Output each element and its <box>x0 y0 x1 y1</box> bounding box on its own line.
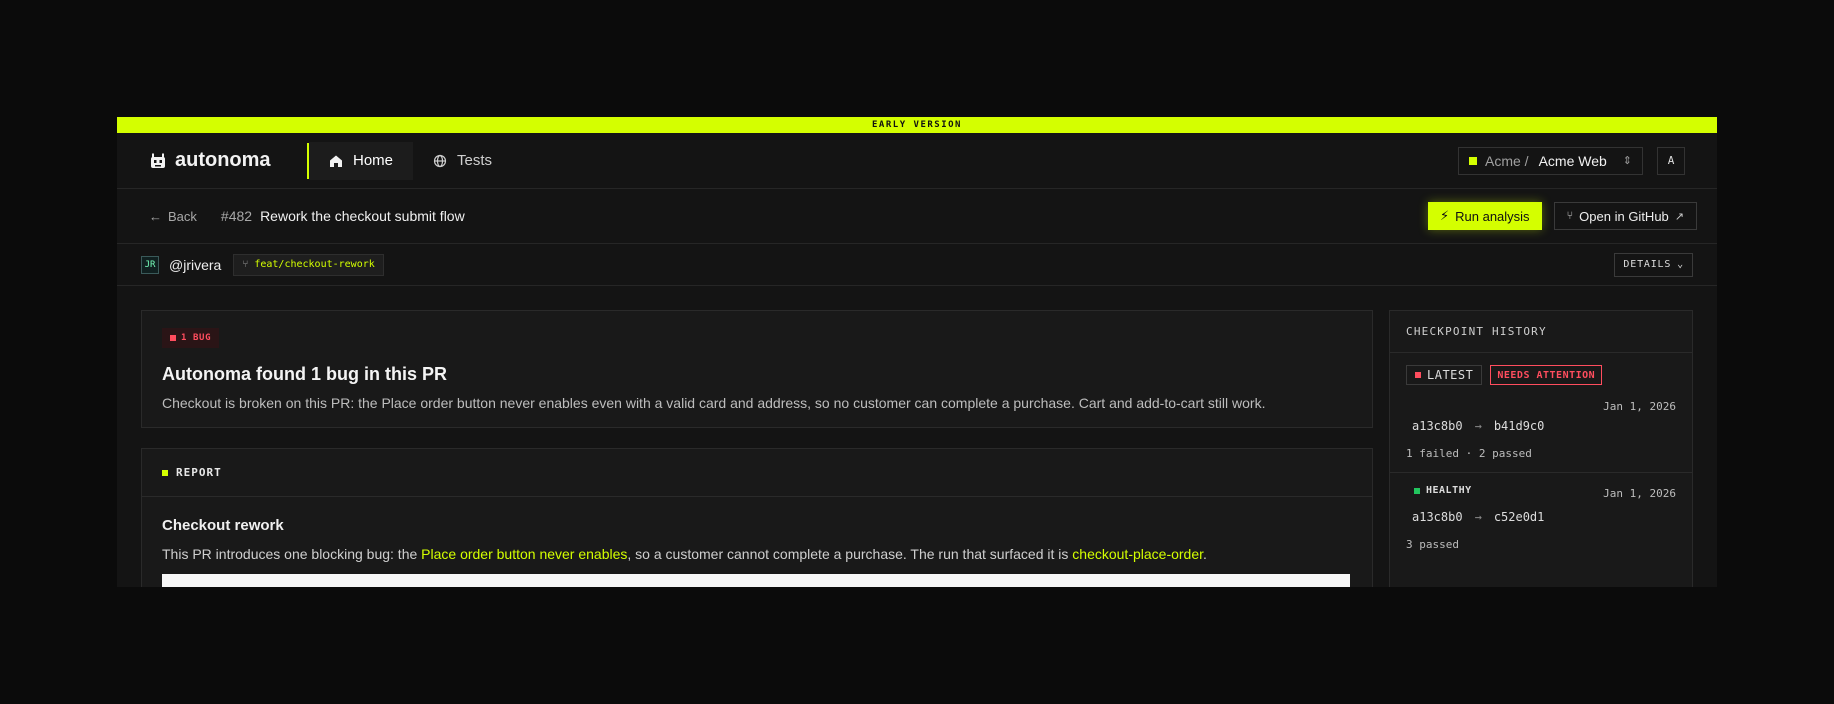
lightning-icon: ⚡ <box>1439 208 1450 223</box>
open-github-button[interactable]: ⑂ Open in GitHub ↗ <box>1553 202 1697 230</box>
run-analysis-label: Run analysis <box>1455 208 1530 224</box>
summary-text: Checkout is broken on this PR: the Place… <box>162 395 1266 411</box>
details-button[interactable]: DETAILS ⌄ <box>1614 252 1693 277</box>
bug-indicator-icon <box>170 335 176 341</box>
brand-logo[interactable]: autonoma <box>149 149 299 172</box>
external-link-icon: ↗ <box>1674 210 1684 223</box>
latest-tag-label: LATEST <box>1427 368 1474 382</box>
details-label: DETAILS <box>1623 259 1672 270</box>
pr-header-bar: ← Back #482 Rework the checkout submit f… <box>117 189 1717 244</box>
org-prefix: Acme / <box>1484 152 1529 169</box>
report-title: Checkout rework <box>162 517 284 534</box>
author-username[interactable]: @jrivera <box>169 257 221 273</box>
checkpoint-history-header: CHECKPOINT HISTORY <box>1390 311 1692 353</box>
healthy-tag-label: HEALTHY <box>1426 485 1472 496</box>
open-github-label: Open in GitHub <box>1579 208 1669 224</box>
checkpoint-healthy[interactable]: HEALTHY Jan 1, 2026 a13c8b0 → c52e0d1 3 … <box>1390 473 1692 573</box>
pull-request-icon: ⑂ <box>1566 210 1574 222</box>
report-indicator-icon <box>162 469 168 476</box>
checkpoint-latest[interactable]: LATEST NEEDS ATTENTION Jan 1, 2026 a13c8… <box>1390 353 1692 473</box>
bug-summary-card: 1 BUG Autonoma found 1 bug in this PR Ch… <box>141 310 1373 428</box>
checkpoint-date: Jan 1, 2026 <box>1603 400 1676 413</box>
to-commit[interactable]: b41d9c0 <box>1494 419 1545 433</box>
git-branch-icon: ⑂ <box>242 259 249 270</box>
project-color-swatch <box>1468 156 1477 165</box>
back-button[interactable]: ← Back <box>149 209 197 224</box>
report-text-mid: , so a customer cannot complete a purcha… <box>627 546 1073 562</box>
nav-home-label: Home <box>353 152 394 169</box>
checkpoint-status: 1 failed · 2 passed <box>1406 447 1532 460</box>
commit-range: a13c8b0 → c52e0d1 <box>1412 510 1676 524</box>
nav-home[interactable]: Home <box>309 141 414 180</box>
run-analysis-button[interactable]: ⚡ Run analysis <box>1427 202 1542 230</box>
from-commit[interactable]: a13c8b0 <box>1412 510 1463 524</box>
to-commit[interactable]: c52e0d1 <box>1494 510 1545 524</box>
report-screenshot <box>162 574 1350 587</box>
brand-name: autonoma <box>175 149 271 171</box>
from-commit[interactable]: a13c8b0 <box>1412 419 1463 433</box>
arrow-right-icon: → <box>1474 419 1482 433</box>
chevron-updown-icon: ⇕ <box>1622 155 1632 167</box>
report-card: REPORT Checkout rework This PR introduce… <box>141 448 1373 587</box>
needs-attention-badge: NEEDS ATTENTION <box>1490 365 1603 385</box>
healthy-indicator-icon <box>1414 487 1420 494</box>
early-version-banner: EARLY VERSION <box>117 117 1717 133</box>
report-header: REPORT <box>142 449 1372 497</box>
top-navigation: autonoma Home Tests Acme / Acme Web ⇕ A <box>117 133 1717 189</box>
chevron-down-icon: ⌄ <box>1677 259 1684 270</box>
back-label: Back <box>168 208 197 224</box>
checkpoint-status: 3 passed <box>1406 538 1459 551</box>
failed-indicator-icon <box>1415 372 1421 378</box>
summary-title: Autonoma found 1 bug in this PR <box>162 364 447 384</box>
pr-meta-bar: JR @jrivera ⑂ feat/checkout-rework DETAI… <box>117 244 1717 286</box>
checkpoint-history-panel: CHECKPOINT HISTORY LATEST NEEDS ATTENTIO… <box>1389 310 1693 587</box>
arrow-left-icon: ← <box>149 208 162 224</box>
commit-range: a13c8b0 → b41d9c0 <box>1412 419 1676 433</box>
report-text-after: . <box>1203 546 1207 562</box>
report-body: Checkout rework This PR introduces one b… <box>142 497 1372 587</box>
home-icon <box>330 155 342 167</box>
nav-tests-label: Tests <box>457 152 493 169</box>
user-avatar-button[interactable]: A <box>1657 146 1685 175</box>
pr-title: Rework the checkout submit flow <box>260 208 465 224</box>
report-text-before: This PR introduces one blocking bug: the <box>162 546 422 562</box>
bug-count-badge: 1 BUG <box>162 328 220 348</box>
report-header-label: REPORT <box>176 466 222 479</box>
run-link[interactable]: checkout-place-order <box>1072 546 1203 562</box>
globe-icon <box>433 154 447 167</box>
nav-tests[interactable]: Tests <box>413 142 512 180</box>
project-selector[interactable]: Acme / Acme Web ⇕ <box>1457 146 1643 175</box>
project-name: Acme Web <box>1538 152 1607 169</box>
bug-link[interactable]: Place order button never enables <box>421 546 627 562</box>
bug-count-label: 1 BUG <box>181 333 212 343</box>
checkpoint-date: Jan 1, 2026 <box>1603 487 1676 500</box>
branch-name: feat/checkout-rework <box>254 259 375 270</box>
branch-badge[interactable]: ⑂ feat/checkout-rework <box>233 253 384 276</box>
author-avatar: JR <box>141 255 159 274</box>
arrow-right-icon: → <box>1474 510 1482 524</box>
latest-tag: LATEST <box>1406 365 1483 385</box>
report-text: This PR introduces one blocking bug: the… <box>162 546 1352 562</box>
pr-number: #482 <box>220 208 253 224</box>
app-window: EARLY VERSION autonoma Home Tests Acme /… <box>117 117 1717 587</box>
robot-logo-icon <box>151 153 165 168</box>
